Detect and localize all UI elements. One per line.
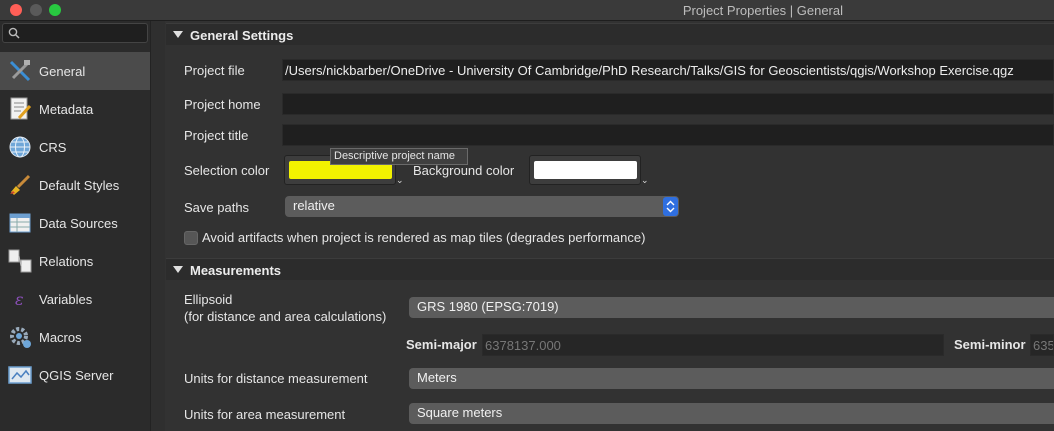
ellipsoid-select[interactable]: GRS 1980 (EPSG:7019) — [409, 297, 1054, 318]
area-units-select[interactable]: Square meters — [409, 403, 1054, 424]
sidebar-item-relations[interactable]: Relations — [0, 242, 150, 280]
sidebar-item-label: Relations — [39, 253, 94, 269]
collapse-arrow-icon — [173, 31, 183, 38]
sidebar-item-label: Macros — [39, 329, 82, 345]
semi-minor-field[interactable]: 635 — [1030, 334, 1054, 356]
macros-gear-icon — [7, 324, 33, 350]
area-units-value: Square meters — [417, 405, 503, 420]
sidebar-item-qgis-server[interactable]: QGIS Server — [0, 356, 150, 394]
sidebar-item-macros[interactable]: Macros — [0, 318, 150, 356]
metadata-icon — [7, 96, 33, 122]
selection-color-label: Selection color — [184, 163, 270, 178]
project-file-label: Project file — [184, 63, 245, 78]
project-title-field[interactable] — [282, 124, 1054, 146]
default-styles-brush-icon — [7, 172, 33, 198]
qgis-server-icon — [7, 362, 33, 388]
sidebar-item-label: General — [39, 63, 86, 79]
project-home-field[interactable] — [282, 93, 1054, 115]
variables-icon: ε — [7, 286, 33, 312]
project-title-tooltip: Descriptive project name — [330, 148, 468, 165]
window-title: Project Properties | General — [682, 3, 843, 18]
sidebar-item-label: Data Sources — [39, 215, 118, 231]
section-title: General Settings — [190, 28, 294, 43]
general-tools-icon — [7, 58, 33, 84]
sidebar-item-data-sources[interactable]: Data Sources — [0, 204, 150, 242]
semi-major-label: Semi-major — [406, 337, 477, 352]
ellipsoid-label: Ellipsoid — [184, 292, 233, 307]
ellipsoid-value: GRS 1980 (EPSG:7019) — [417, 299, 559, 314]
sidebar-item-label: Metadata — [39, 101, 94, 117]
save-paths-select[interactable]: relative — [285, 196, 679, 217]
background-color-button[interactable] — [529, 155, 641, 185]
sidebar-search-input[interactable] — [2, 23, 148, 43]
project-title-label: Project title — [184, 128, 249, 143]
background-color-swatch — [534, 161, 637, 179]
sidebar-item-default-styles[interactable]: Default Styles — [0, 166, 150, 204]
background-color-label: Background color — [413, 163, 515, 178]
distance-units-value: Meters — [417, 370, 457, 385]
section-title: Measurements — [190, 263, 282, 278]
avoid-artifacts-label: Avoid artifacts when project is rendered… — [202, 230, 646, 245]
sidebar-item-metadata[interactable]: Metadata — [0, 90, 150, 128]
save-paths-value: relative — [293, 198, 335, 213]
sidebar-item-label: QGIS Server — [39, 367, 114, 383]
collapse-arrow-icon — [173, 266, 183, 273]
window-titlebar: Project Properties | General — [0, 0, 1054, 21]
data-sources-table-icon — [7, 210, 33, 236]
project-file-field[interactable]: /Users/nickbarber/OneDrive - University … — [282, 59, 1054, 81]
relations-icon — [7, 248, 33, 274]
avoid-artifacts-checkbox[interactable] — [184, 231, 198, 245]
chevron-down-icon[interactable]: ⌄ — [396, 175, 404, 186]
svg-text:ε: ε — [15, 290, 24, 309]
sidebar-item-label: CRS — [39, 139, 67, 155]
sidebar-item-label: Variables — [39, 291, 93, 307]
sidebar-item-general[interactable]: General — [0, 52, 150, 90]
crs-globe-icon — [7, 134, 33, 160]
semi-major-field[interactable]: 6378137.000 — [482, 334, 944, 356]
sidebar-item-label: Default Styles — [39, 177, 120, 193]
save-paths-label: Save paths — [184, 200, 250, 215]
distance-units-select[interactable]: Meters — [409, 368, 1054, 389]
sidebar-item-variables[interactable]: ε Variables — [0, 280, 150, 318]
main-panel: General Settings Project file /Users/nic… — [166, 21, 1054, 431]
general-settings-header[interactable]: General Settings — [166, 23, 1054, 45]
area-units-label: Units for area measurement — [184, 407, 346, 422]
measurements-header[interactable]: Measurements — [166, 258, 1054, 280]
sidebar: General Metadata CRS Default Styles Data… — [0, 21, 150, 431]
search-icon — [8, 27, 20, 39]
project-home-label: Project home — [184, 97, 261, 112]
select-arrows-icon — [663, 197, 678, 216]
chevron-down-icon[interactable]: ⌄ — [641, 175, 649, 186]
distance-units-label: Units for distance measurement — [184, 371, 368, 386]
ellipsoid-sublabel: (for distance and area calculations) — [184, 309, 387, 324]
sidebar-item-crs[interactable]: CRS — [0, 128, 150, 166]
sidebar-splitter[interactable] — [150, 21, 165, 431]
semi-minor-label: Semi-minor — [954, 337, 1026, 352]
